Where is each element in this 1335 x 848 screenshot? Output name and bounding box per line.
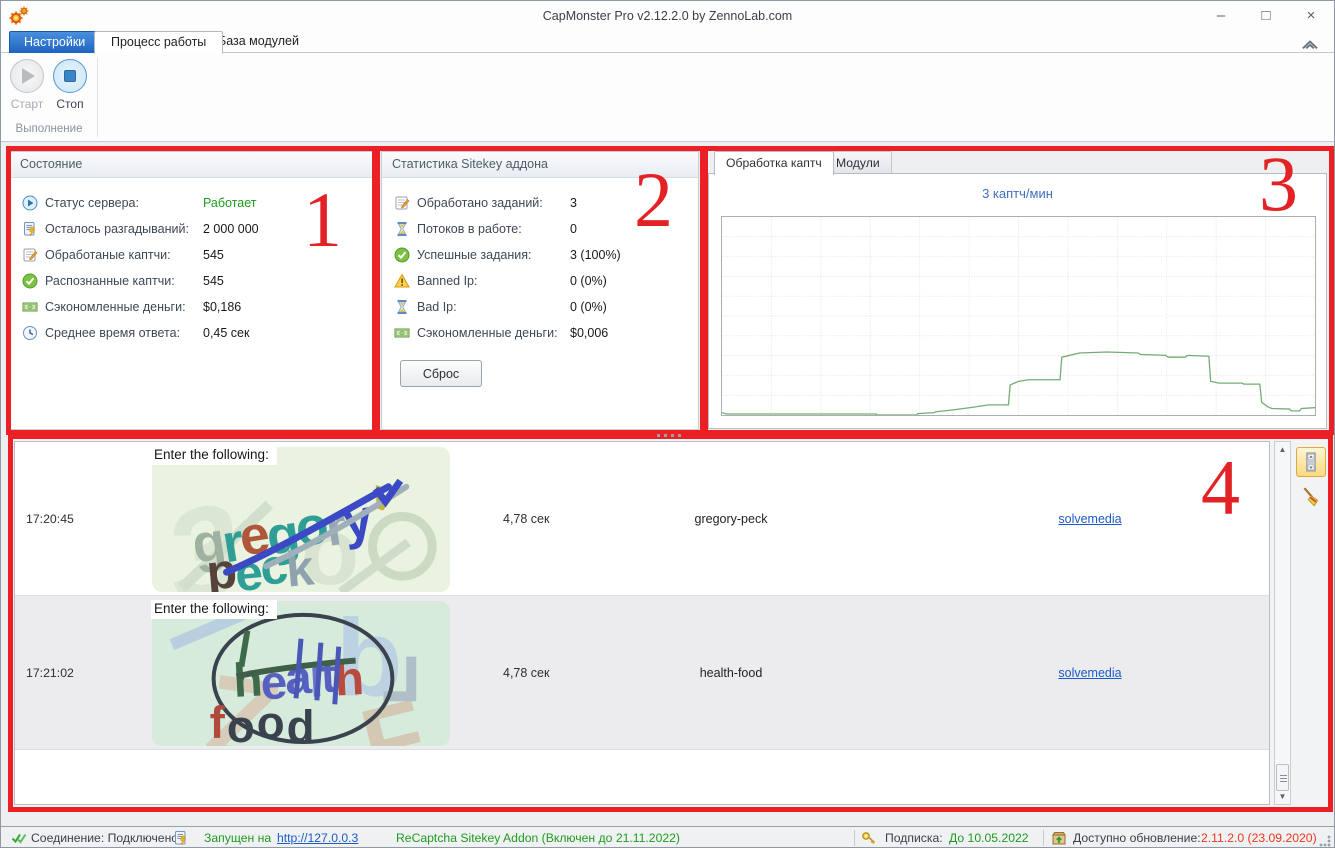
chart-body: 3 каптч/мин <box>708 173 1327 429</box>
hourglass-icon <box>394 221 410 237</box>
log-row[interactable]: 17:21:02 b Z F health food <box>15 596 1269 750</box>
check-circle-icon <box>394 247 410 263</box>
captcha-prompt: Enter the following: <box>151 446 277 465</box>
log-answer: health-food <box>611 596 851 749</box>
captcha-prompt: Enter the following: <box>151 600 277 619</box>
stat-row: Среднее время ответа: 0,45 сек <box>10 320 373 346</box>
play-icon <box>10 59 44 93</box>
subscription-value: До 10.05.2022 <box>949 827 1029 848</box>
panel-captcha-chart: Обработка каптч Модули 3 каптч/мин <box>708 151 1329 430</box>
statusbar-separator <box>854 830 855 846</box>
log-time: 17:20:45 <box>26 442 74 595</box>
ribbon-group-label: Выполнение <box>1 123 97 135</box>
stop-icon <box>53 59 87 93</box>
scroll-up-icon[interactable]: ▲ <box>1275 442 1290 457</box>
log-row[interactable]: 17:20:45 3 o gregory peck v <box>15 442 1269 596</box>
ribbon-tab-bar: Настройки Процесс работы База модулей <box>1 31 1334 53</box>
stat-row: Успешные задания: 3 (100%) <box>382 242 698 268</box>
collapse-ribbon-icon[interactable] <box>1299 35 1321 51</box>
play-circle-icon <box>22 195 38 211</box>
server-url-link[interactable]: http://127.0.0.3 <box>277 827 358 848</box>
ribbon-group-separator <box>97 57 98 137</box>
stat-row: Распознанные каптчи: 545 <box>10 268 373 294</box>
autoscroll-icon <box>1300 451 1322 473</box>
chart-title: 3 каптч/мин <box>709 186 1326 201</box>
stop-button[interactable]: Стоп <box>50 59 90 111</box>
notepad-pencil-icon <box>394 195 410 211</box>
stat-row: Осталось разгадываний: 2 000 000 <box>10 216 373 242</box>
minimize-button[interactable]: – <box>1204 4 1238 28</box>
tab-captcha-processing[interactable]: Обработка каптч <box>714 151 834 175</box>
tab-modules[interactable]: Модули <box>824 151 892 174</box>
panel-state: Состояние Статус сервера: Работает Остал… <box>9 151 374 430</box>
capmonster-window: CapMonster Pro v2.12.2.0 by ZennoLab.com… <box>0 0 1335 848</box>
stat-row: Сэкономленные деньги: $0,006 <box>382 320 698 346</box>
server-status-value: Работает <box>203 196 257 210</box>
svg-text:peck: peck <box>204 535 316 592</box>
autoscroll-toggle-button[interactable] <box>1296 447 1326 477</box>
svg-text:food: food <box>210 697 317 746</box>
doc-bolt-icon <box>22 221 38 237</box>
warning-icon <box>394 273 410 289</box>
stat-row: Bad Ip: 0 (0%) <box>382 294 698 320</box>
vertical-scrollbar[interactable]: ▲ ▼ <box>1274 441 1291 805</box>
stat-row: Обработаные каптчи: 545 <box>10 242 373 268</box>
double-check-icon <box>11 830 27 846</box>
clock-icon <box>22 325 38 341</box>
reset-button[interactable]: Сброс <box>400 360 482 387</box>
banknote-icon <box>394 325 410 341</box>
clear-log-button[interactable] <box>1299 485 1323 509</box>
captcha-rate-chart <box>721 216 1316 416</box>
stat-row: Обработано заданий: 3 <box>382 190 698 216</box>
stat-row: Banned Ip: 0 (0%) <box>382 268 698 294</box>
notepad-pencil-icon <box>22 247 38 263</box>
panel-captcha-log: 17:20:45 3 o gregory peck v <box>11 438 1331 808</box>
ribbon: Старт Стоп Выполнение <box>1 53 1334 142</box>
panel-state-title: Состояние <box>10 152 373 178</box>
check-circle-icon <box>22 273 38 289</box>
status-bar: Соединение: Подключено Запущен на http:/… <box>1 826 1334 848</box>
panel-sitekey-title: Статистика Sitekey аддона <box>382 152 698 178</box>
update-label: Доступно обновление: <box>1073 827 1201 848</box>
splitter-handle-icon[interactable] <box>649 432 689 438</box>
tab-settings[interactable]: Настройки <box>9 31 100 53</box>
key-icon <box>861 830 877 846</box>
statusbar-separator <box>1043 830 1044 846</box>
launched-label: Запущен на <box>204 827 271 848</box>
start-button[interactable]: Старт <box>7 59 47 111</box>
window-title: CapMonster Pro v2.12.2.0 by ZennoLab.com <box>1 1 1334 31</box>
subscription-label: Подписка: <box>885 827 943 848</box>
connection-status: Соединение: Подключено <box>31 827 178 848</box>
close-button[interactable]: × <box>1294 4 1328 28</box>
log-type-link[interactable]: solvemedia <box>1015 596 1165 749</box>
log-type-link[interactable]: solvemedia <box>1015 442 1165 595</box>
tab-work-process[interactable]: Процесс работы <box>94 31 223 54</box>
banknote-icon <box>22 299 38 315</box>
log-elapsed: 4,78 сек <box>503 596 549 749</box>
stat-row: Сэкономленные деньги: $0,186 <box>10 294 373 320</box>
stat-row: Потоков в работе: 0 <box>382 216 698 242</box>
resize-grip[interactable] <box>1319 835 1331 847</box>
stat-row: Статус сервера: Работает <box>10 190 373 216</box>
doc-bolt-icon <box>173 830 189 846</box>
scroll-down-icon[interactable]: ▼ <box>1275 789 1290 804</box>
log-time: 17:21:02 <box>26 596 74 749</box>
maximize-button[interactable]: □ <box>1249 4 1283 28</box>
log-answer: gregory-peck <box>611 442 851 595</box>
title-bar: CapMonster Pro v2.12.2.0 by ZennoLab.com… <box>1 1 1334 31</box>
panel-sitekey-stats: Статистика Sitekey аддона Обработано зад… <box>381 151 699 430</box>
captcha-image: b Z F health food Enter the following: <box>151 601 451 746</box>
scrollbar-thumb[interactable] <box>1276 764 1289 791</box>
addon-status: ReCaptcha Sitekey Addon (Включен до 21.1… <box>396 827 680 848</box>
log-elapsed: 4,78 сек <box>503 442 549 595</box>
update-version[interactable]: 2.11.2.0 (23.09.2020) <box>1201 827 1317 848</box>
broom-icon <box>1299 486 1323 508</box>
captcha-log-list: 17:20:45 3 o gregory peck v <box>14 441 1270 805</box>
update-box-icon <box>1051 830 1067 846</box>
captcha-image: 3 o gregory peck v Enter the following: <box>151 447 451 592</box>
hourglass-icon <box>394 299 410 315</box>
